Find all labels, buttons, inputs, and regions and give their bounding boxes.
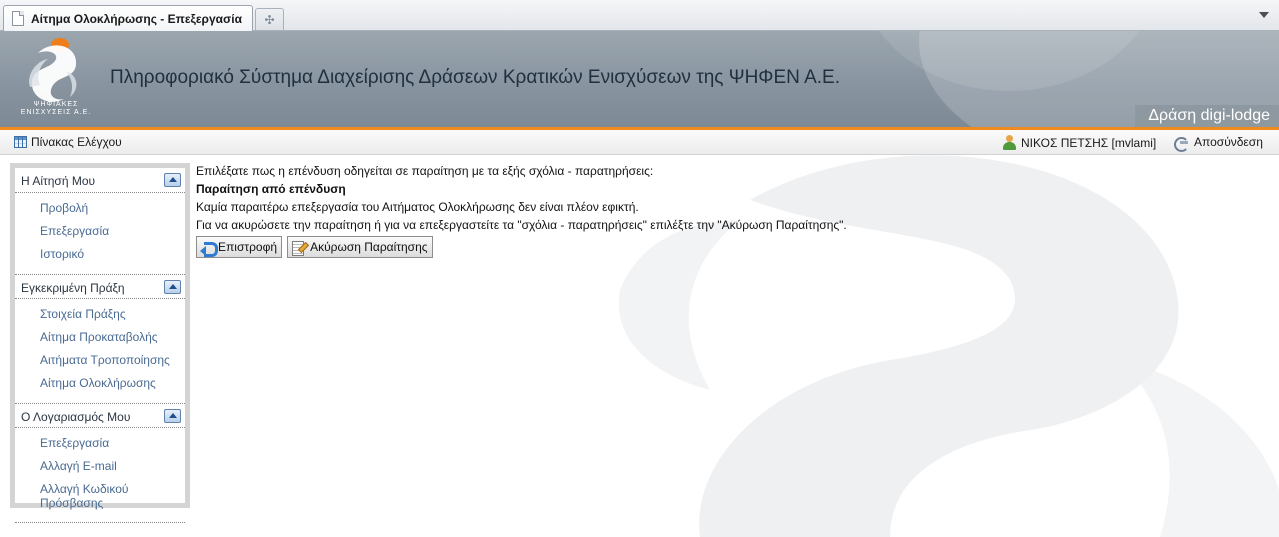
logo-caption-line: ΕΝΙΣΧΥΣΕΙΣ Α.Ε.	[20, 109, 92, 116]
sidebar-item-modification-requests[interactable]: Αιτήματα Τροποποίησης	[15, 353, 185, 368]
dashboard-link[interactable]: Πίνακας Ελέγχου	[14, 135, 122, 149]
sidebar-item-history[interactable]: Ιστορικό	[15, 247, 185, 262]
dashboard-label: Πίνακας Ελέγχου	[31, 135, 122, 149]
sidebar-menu: Η Αίτησή Μου Προβολή Επεξεργασία Ιστορικ…	[10, 163, 190, 523]
collapse-chevron-up-icon[interactable]	[164, 280, 181, 294]
user-name: ΝΙΚΟΣ ΠΕΤΣΗΣ [mvlami]	[1021, 135, 1157, 150]
sidebar-item-completion-request[interactable]: Αίτημα Ολοκλήρωσης	[15, 376, 185, 391]
sidebar-section-header: Εγκεκριμένη Πράξη	[15, 274, 185, 299]
edit-document-icon	[291, 240, 307, 256]
sidebar-item-advance-request[interactable]: Αίτημα Προκαταβολής	[15, 330, 185, 345]
sidebar-item-view[interactable]: Προβολή	[15, 201, 185, 216]
dashboard-grid-icon	[14, 136, 27, 148]
cancel-resignation-label: Ακύρωση Παραίτησης	[310, 240, 428, 254]
sidebar-item-edit-account[interactable]: Επεξεργασία	[15, 436, 185, 451]
collapse-chevron-up-icon[interactable]	[164, 409, 181, 423]
no-further-processing-text: Καμία παραιτέρω επεξεργασία του Αιτήματο…	[196, 200, 639, 214]
cancel-resignation-button[interactable]: Ακύρωση Παραίτησης	[287, 236, 433, 258]
action-name-badge: Δράση digi-lodge	[1135, 105, 1279, 127]
sidebar-section-header: Ο Λογαριασμός Μου	[15, 403, 185, 428]
browser-tab[interactable]: Αίτημα Ολοκλήρωσης - Επεξεργασία	[3, 5, 253, 31]
collapse-chevron-up-icon[interactable]	[164, 173, 181, 187]
back-button-label: Επιστροφή	[218, 240, 278, 254]
action-buttons: Επιστροφή Ακύρωση Παραίτησης	[196, 236, 916, 258]
logout-icon	[1173, 136, 1189, 152]
sidebar-item-action-details[interactable]: Στοιχεία Πράξης	[15, 307, 185, 322]
back-button[interactable]: Επιστροφή	[196, 236, 283, 258]
sidebar-section-header: Η Αίτησή Μου	[15, 168, 185, 193]
sidebar-section-my-account: Ο Λογαριασμός Μου Επεξεργασία Αλλαγή E-m…	[15, 403, 185, 523]
current-user: ΝΙΚΟΣ ΠΕΤΣΗΣ [mvlami]	[1003, 135, 1156, 150]
main-content: Επιλέξατε πως η επένδυση οδηγείται σε πα…	[196, 162, 916, 258]
cancel-instructions-text: Για να ακυρώσετε την παραίτηση ή για να …	[196, 218, 847, 232]
sidebar-section-approved-action: Εγκεκριμένη Πράξη Στοιχεία Πράξης Αίτημα…	[15, 274, 185, 403]
top-toolbar: Πίνακας Ελέγχου ΝΙΚΟΣ ΠΕΤΣΗΣ [mvlami] Απ…	[0, 130, 1279, 155]
site-title: Πληροφοριακό Σύστημα Διαχείρισης Δράσεων…	[110, 67, 840, 88]
user-icon	[1003, 135, 1016, 150]
browser-tab-strip: Αίτημα Ολοκλήρωσης - Επεξεργασία ✣	[0, 0, 1279, 31]
sidebar-section-title: Ο Λογαριασμός Μου	[21, 410, 131, 424]
page-icon	[12, 11, 24, 26]
site-header: ΨΗΦΙΑΚΕΣ ΕΝΙΣΧΥΣΕΙΣ Α.Ε. Πληροφοριακό Σύ…	[0, 31, 1279, 127]
sidebar-item-change-email[interactable]: Αλλαγή E-mail	[15, 459, 185, 474]
logout-label: Αποσύνδεση	[1194, 135, 1263, 149]
sidebar-item-edit-application[interactable]: Επεξεργασία	[15, 224, 185, 239]
resignation-intro-text: Επιλέξατε πως η επένδυση οδηγείται σε πα…	[196, 164, 654, 178]
logo-caption-line: ΨΗΦΙΑΚΕΣ	[33, 101, 79, 108]
plus-icon: ✣	[264, 12, 275, 27]
logout-link[interactable]: Αποσύνδεση	[1173, 135, 1263, 152]
sidebar-item-change-password[interactable]: Αλλαγή Κωδικού Πρόσβασης	[15, 482, 145, 510]
sidebar-section-title: Η Αίτησή Μου	[21, 174, 96, 188]
sidebar-section-my-application: Η Αίτησή Μου Προβολή Επεξεργασία Ιστορικ…	[15, 168, 185, 274]
browser-tab-title: Αίτημα Ολοκλήρωσης - Επεξεργασία	[31, 11, 242, 26]
resignation-status: Παραίτηση από επένδυση	[196, 182, 346, 196]
logo-caption: ΨΗΦΙΑΚΕΣ ΕΝΙΣΧΥΣΕΙΣ Α.Ε.	[18, 101, 94, 117]
tab-list-chevron-down-icon[interactable]	[1259, 12, 1269, 18]
back-arrow-icon	[200, 240, 218, 257]
sidebar-section-title: Εγκεκριμένη Πράξη	[21, 281, 125, 295]
new-tab-button[interactable]: ✣	[255, 8, 284, 30]
